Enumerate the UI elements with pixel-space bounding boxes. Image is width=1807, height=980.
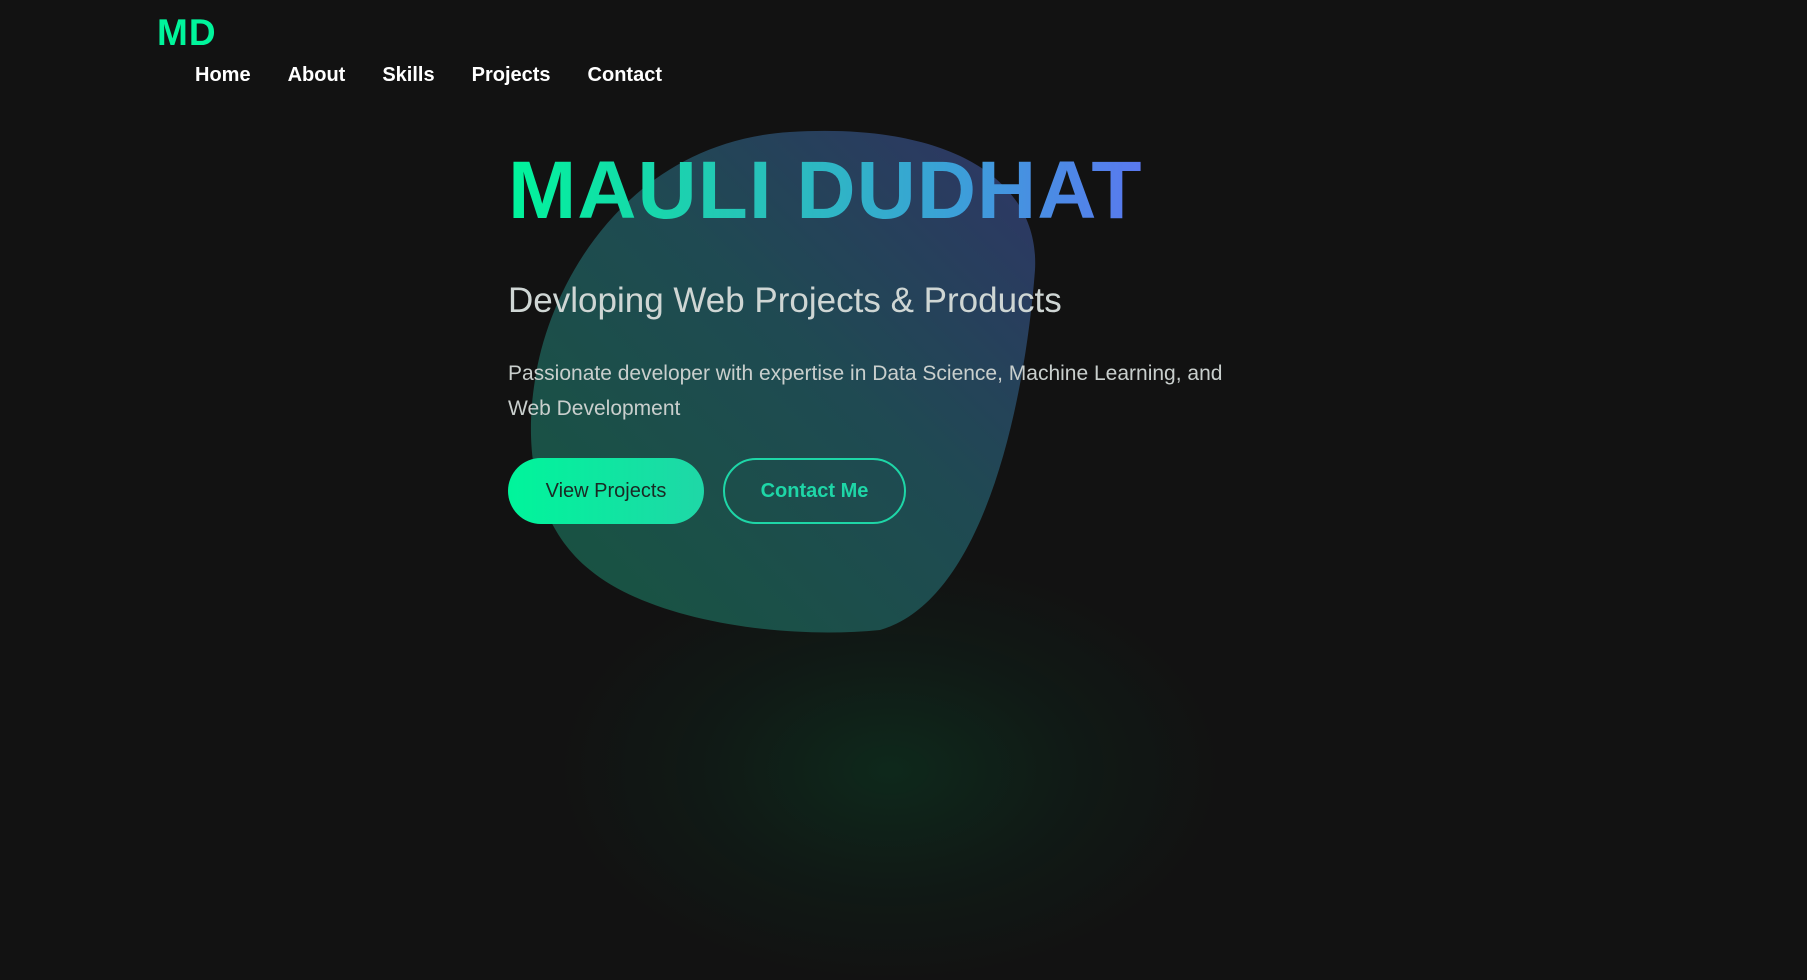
main-nav: Home About Skills Projects Contact	[195, 64, 662, 87]
nav-link-about[interactable]: About	[288, 64, 346, 87]
nav-item-home: Home	[195, 64, 251, 87]
nav-item-about: About	[288, 64, 346, 87]
nav-link-home[interactable]: Home	[195, 64, 251, 87]
nav-item-projects: Projects	[472, 64, 551, 87]
nav-item-skills: Skills	[382, 64, 434, 87]
brand-logo[interactable]: MD	[157, 12, 217, 54]
hero-title: MAULI DUDHAT	[508, 145, 1143, 236]
nav-link-contact[interactable]: Contact	[588, 64, 662, 87]
hero-description: Passionate developer with expertise in D…	[508, 362, 1223, 420]
hero-actions: View Projects Contact Me	[508, 458, 906, 524]
hero-subtitle: Devloping Web Projects & Products	[508, 281, 1062, 320]
view-projects-button[interactable]: View Projects	[508, 458, 704, 524]
nav-link-skills[interactable]: Skills	[382, 64, 434, 87]
nav-item-contact: Contact	[588, 64, 662, 87]
hero-section: MAULI DUDHAT Devloping Web Projects & Pr…	[508, 145, 1268, 426]
contact-me-button[interactable]: Contact Me	[723, 458, 906, 524]
background-glow	[560, 560, 1220, 980]
nav-link-projects[interactable]: Projects	[472, 64, 551, 87]
